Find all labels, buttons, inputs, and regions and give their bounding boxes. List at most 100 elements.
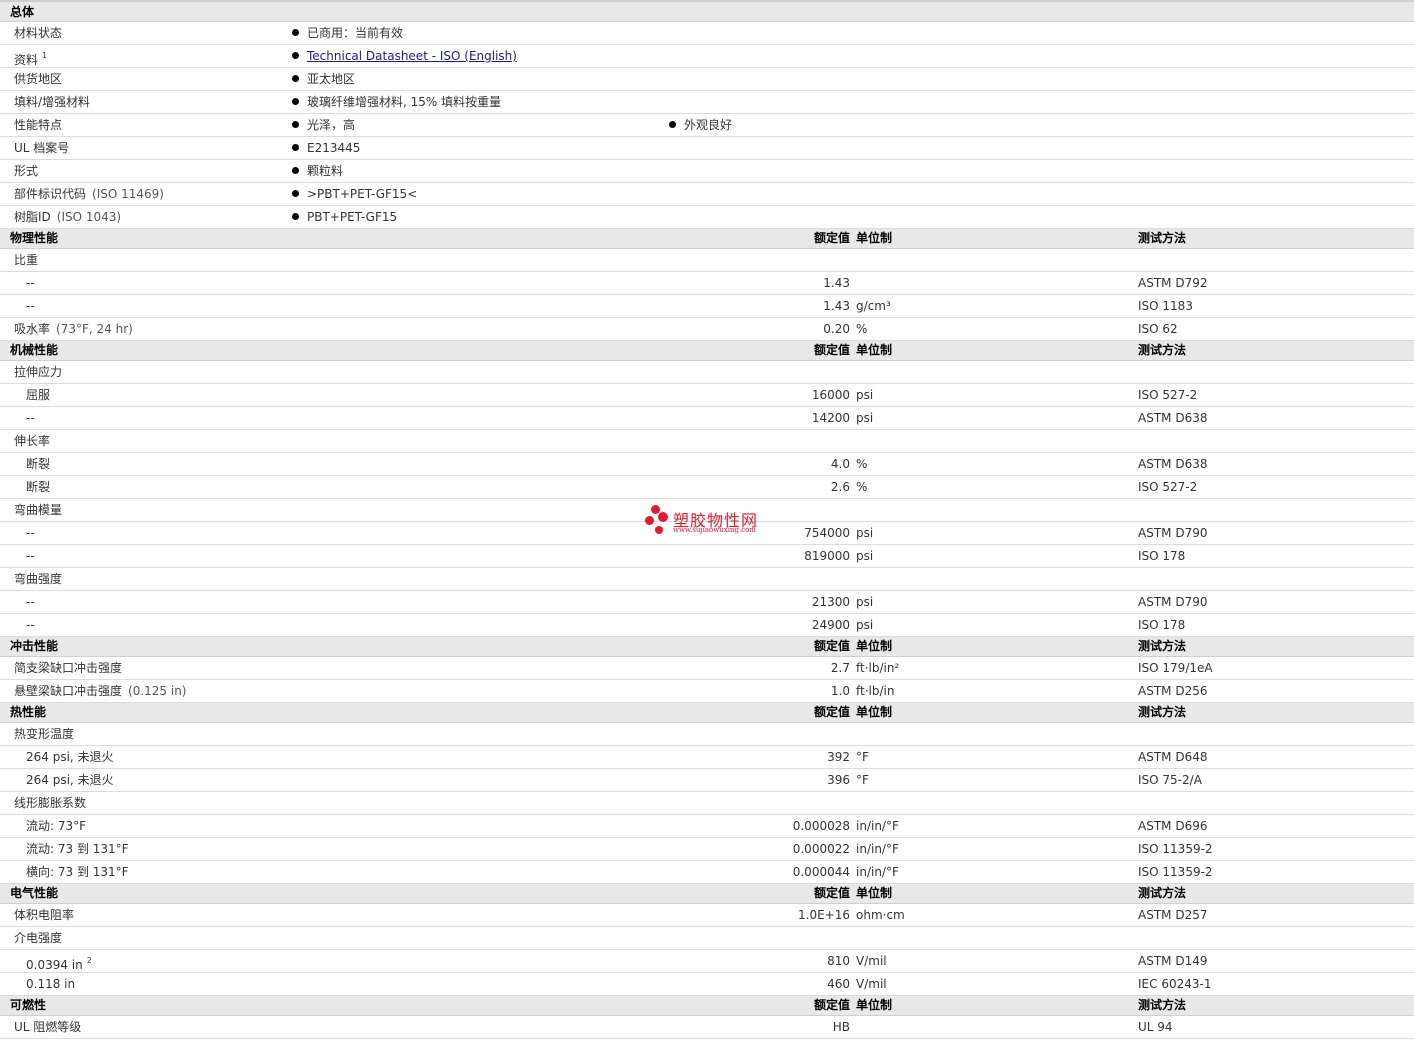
section-header: 电气性能 额定值 单位制 测试方法 bbox=[0, 884, 1414, 904]
property-label: 悬壁梁缺口冲击强度 bbox=[14, 684, 123, 698]
property-label: 横向: 73 到 131°F bbox=[26, 865, 129, 879]
nominal-value: 810 bbox=[827, 954, 850, 968]
nominal-value: 1.43 bbox=[823, 276, 850, 290]
nominal-value: 14200 bbox=[811, 411, 850, 425]
property-label: 资料 bbox=[14, 53, 39, 67]
unit: % bbox=[856, 480, 868, 494]
table-row: 热变形温度 bbox=[0, 723, 1414, 746]
table-row: 悬壁梁缺口冲击强度 (0.125 in) 1.0 ft·lb/in ASTM D256 bbox=[0, 680, 1414, 703]
property-name: 悬壁梁缺口冲击强度 (0.125 in) bbox=[14, 680, 187, 702]
property-label: -- bbox=[26, 618, 35, 632]
test-method: ISO 11359-2 bbox=[1138, 865, 1213, 879]
nominal-value: 460 bbox=[827, 977, 850, 991]
column-header-unit: 单位制 bbox=[856, 886, 893, 900]
property-label: 热变形温度 bbox=[14, 727, 75, 741]
section-header: 机械性能 额定值 单位制 测试方法 bbox=[0, 341, 1414, 361]
table-row: 性能特点 光泽，高 外观良好 bbox=[0, 114, 1414, 137]
nominal-value: 0.000022 bbox=[792, 842, 850, 856]
property-name: 伸长率 bbox=[14, 430, 50, 452]
section-title: 总体 bbox=[10, 5, 35, 19]
table-row: 断裂 2.6% ISO 527-2 bbox=[0, 476, 1414, 499]
bullet-icon bbox=[669, 121, 676, 128]
property-label: 简支梁缺口冲击强度 bbox=[14, 661, 123, 675]
property-name: 树脂ID (ISO 1043) bbox=[14, 206, 121, 228]
unit: in/in/°F bbox=[856, 842, 899, 856]
unit: psi bbox=[856, 526, 874, 540]
property-label: 线形膨胀系数 bbox=[14, 796, 87, 810]
property-value: 颗粒料 bbox=[292, 160, 343, 182]
property-name: 填料/增强材料 bbox=[14, 91, 90, 113]
datasheet-link[interactable]: Technical Datasheet - ISO (English) bbox=[307, 49, 517, 63]
nominal-value: 0.000044 bbox=[792, 865, 850, 879]
property-label: 屈服 bbox=[26, 388, 51, 402]
table-row: 流动: 73 到 131°F 0.000022 in/in/°F ISO 11359-… bbox=[0, 838, 1414, 861]
table-row: 伸长率 bbox=[0, 430, 1414, 453]
test-method: IEC 60243-1 bbox=[1138, 977, 1212, 991]
property-name: 介电强度 bbox=[14, 927, 62, 949]
unit: ohm·cm bbox=[856, 908, 905, 922]
table-row: UL 阻燃等级 HB UL 94 bbox=[0, 1016, 1414, 1039]
value-text: PBT+PET-GF15 bbox=[307, 210, 398, 224]
unit: g/cm³ bbox=[856, 299, 891, 313]
property-label: 断裂 bbox=[26, 480, 51, 494]
property-label: 部件标识代码 bbox=[14, 187, 87, 201]
property-name: 断裂 bbox=[26, 453, 50, 475]
property-condition: (ISO 11469) bbox=[92, 187, 164, 201]
nominal-value: 819000 bbox=[804, 549, 850, 563]
section-header: 可燃性 额定值 单位制 测试方法 bbox=[0, 996, 1414, 1016]
unit: in/in/°F bbox=[856, 865, 899, 879]
table-row: 264 psi, 未退火 392 °F ASTM D648 bbox=[0, 746, 1414, 769]
property-name: -- bbox=[26, 545, 35, 567]
property-name: 弯曲模量 bbox=[14, 499, 62, 521]
property-label: -- bbox=[26, 549, 35, 563]
test-method: ISO 527-2 bbox=[1138, 480, 1198, 494]
section-header: 物理性能 额定值 单位制 测试方法 bbox=[0, 229, 1414, 249]
property-label: 流动: 73 到 131°F bbox=[26, 842, 129, 856]
logo-dot bbox=[658, 512, 668, 522]
unit: % bbox=[856, 457, 868, 471]
property-name: 流动: 73°F bbox=[26, 815, 86, 837]
property-name: 简支梁缺口冲击强度 bbox=[14, 657, 122, 679]
section-header: 冲击性能 额定值 单位制 测试方法 bbox=[0, 637, 1414, 657]
property-label: 形式 bbox=[14, 164, 39, 178]
property-label: 弯曲强度 bbox=[14, 572, 63, 586]
bullet-icon bbox=[292, 75, 299, 82]
logo-dot bbox=[655, 526, 663, 534]
property-value: PBT+PET-GF15 bbox=[292, 206, 397, 228]
table-row: 树脂ID (ISO 1043) PBT+PET-GF15 bbox=[0, 206, 1414, 229]
property-value: 亚太地区 bbox=[292, 68, 355, 90]
section-title: 热性能 bbox=[10, 705, 47, 719]
nominal-value: 396 bbox=[827, 773, 850, 787]
bullet-icon bbox=[292, 29, 299, 36]
property-name: UL 阻燃等级 bbox=[14, 1016, 81, 1038]
value-text: 外观良好 bbox=[684, 118, 733, 132]
property-name: 弯曲强度 bbox=[14, 568, 62, 590]
property-name: 形式 bbox=[14, 160, 38, 182]
property-name: 吸水率 (73°F, 24 hr) bbox=[14, 318, 133, 340]
bullet-icon bbox=[292, 213, 299, 220]
column-header-unit: 单位制 bbox=[856, 343, 893, 357]
table-row: -- 819000 psi ISO 178 bbox=[0, 545, 1414, 568]
test-method: ASTM D790 bbox=[1138, 526, 1208, 540]
test-method: ASTM D792 bbox=[1138, 276, 1208, 290]
bullet-icon bbox=[292, 144, 299, 151]
property-name: 拉伸应力 bbox=[14, 361, 62, 383]
test-method: UL 94 bbox=[1138, 1020, 1173, 1034]
test-method: ISO 178 bbox=[1138, 549, 1186, 563]
value-text: 已商用：当前有效 bbox=[307, 26, 404, 40]
value-text: 颗粒料 bbox=[307, 164, 344, 178]
column-header-value: 额定值 bbox=[813, 639, 850, 653]
table-row: 弯曲强度 bbox=[0, 568, 1414, 591]
table-row: 拉伸应力 bbox=[0, 361, 1414, 384]
property-label: 拉伸应力 bbox=[14, 365, 63, 379]
property-name: 热变形温度 bbox=[14, 723, 74, 745]
watermark-logo: 塑胶物性网 www.sujiaowuxing.com bbox=[645, 503, 785, 539]
test-method: ISO 178 bbox=[1138, 618, 1186, 632]
watermark-url: www.sujiaowuxing.com bbox=[673, 526, 756, 534]
property-value: Technical Datasheet - ISO (English) bbox=[292, 45, 517, 67]
column-header-value: 额定值 bbox=[813, 343, 850, 357]
nominal-value: 24900 bbox=[811, 618, 850, 632]
table-row: -- 21300 psi ASTM D790 bbox=[0, 591, 1414, 614]
property-name: 0.118 in bbox=[26, 973, 75, 995]
property-label: 树脂ID bbox=[14, 210, 51, 224]
